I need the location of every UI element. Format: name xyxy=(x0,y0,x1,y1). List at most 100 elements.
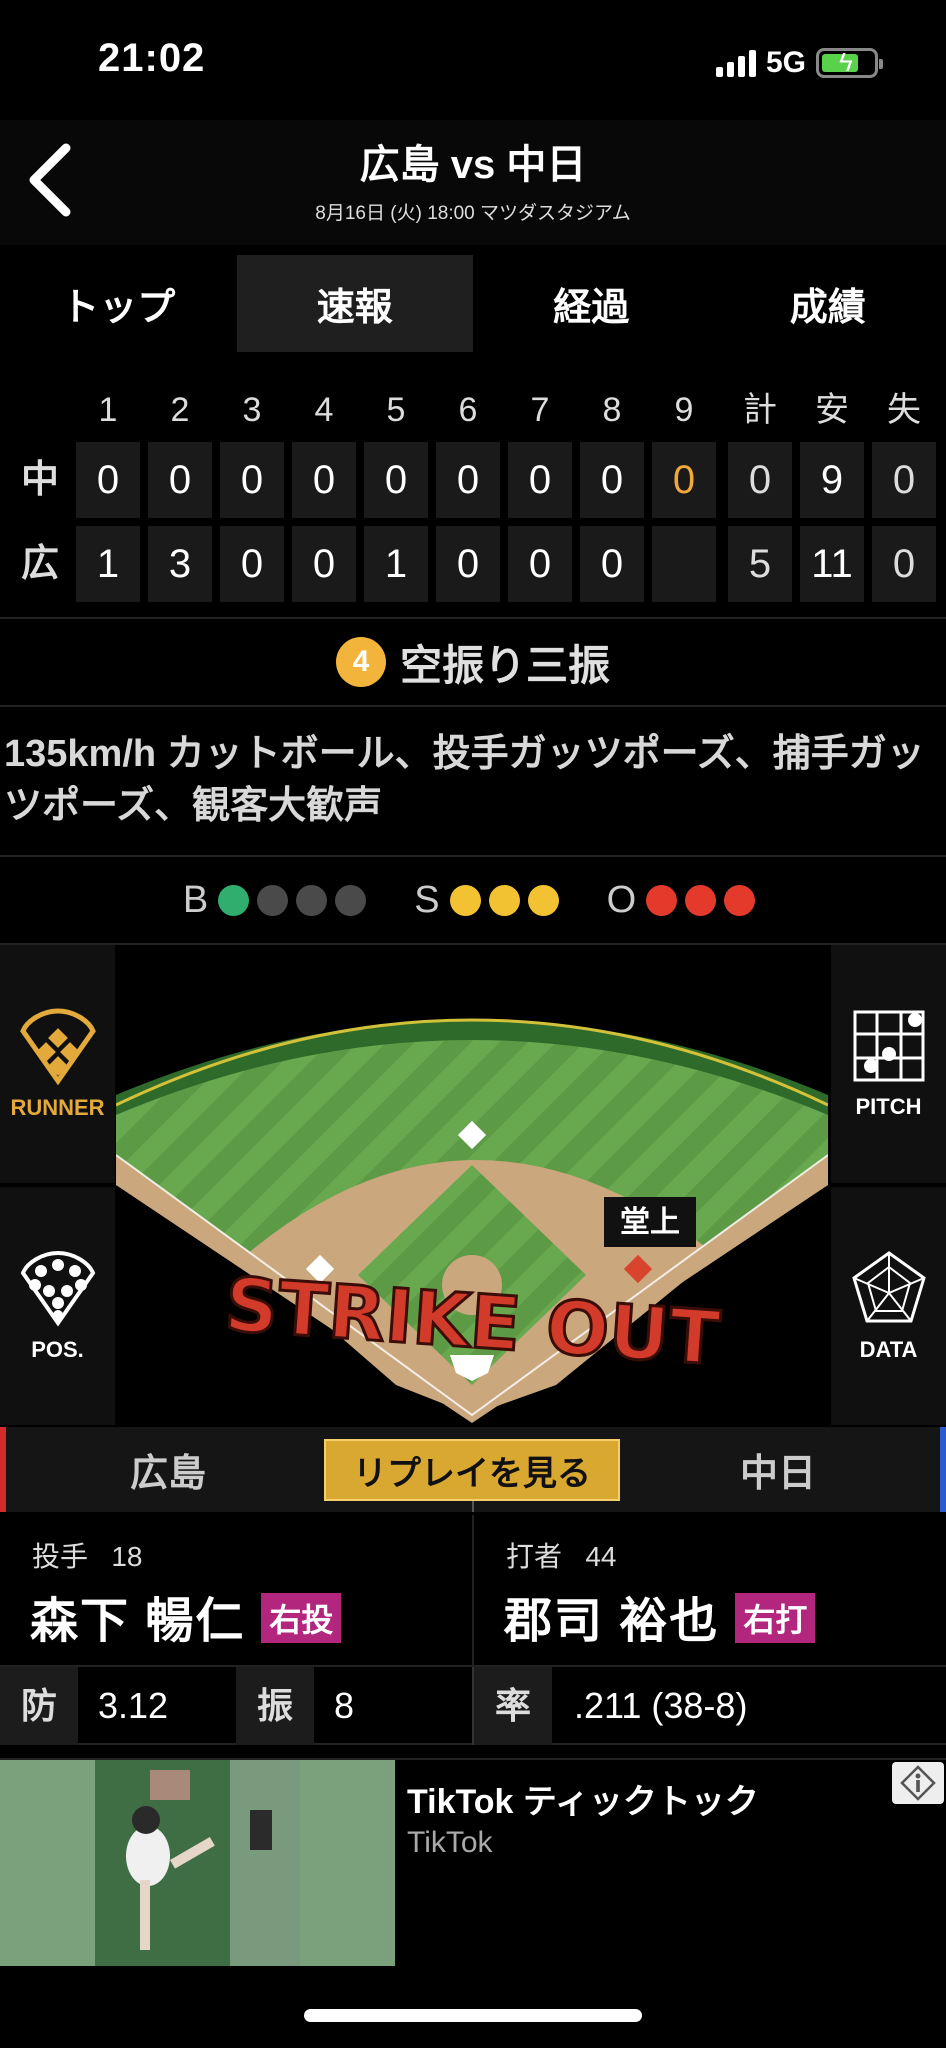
scoreboard-header: 6 xyxy=(458,391,478,429)
ad-info-button[interactable] xyxy=(892,1762,944,1804)
ad-image[interactable] xyxy=(0,1760,395,1966)
scoreboard-team: 中 xyxy=(20,459,59,501)
status-time: 21:02 xyxy=(98,36,206,80)
scoreboard-header: 8 xyxy=(602,391,622,429)
scoreboard-header: 2 xyxy=(170,391,190,429)
ad-title[interactable]: TikTok ティックトック xyxy=(407,1774,759,1823)
home-team-label[interactable]: 広島 xyxy=(0,1427,330,1512)
divider xyxy=(0,855,946,857)
game-header: 広島 vs 中日 8月16日 (火) 18:00 マツダスタジアム xyxy=(0,120,946,245)
avg-label: 率 xyxy=(474,1667,552,1745)
scoreboard-cell: 11 xyxy=(800,526,864,602)
home-indicator[interactable] xyxy=(304,2009,642,2022)
scoreboard-header: 4 xyxy=(314,391,334,429)
baseball-field: 堂上 STRIKE OUT xyxy=(116,1018,828,1423)
ball-dot xyxy=(218,884,250,916)
out-dot xyxy=(685,884,717,916)
battery-icon: ϟ xyxy=(816,48,883,78)
away-team-label[interactable]: 中日 xyxy=(616,1427,946,1512)
scoreboard-header: 5 xyxy=(386,391,406,429)
strike-dot xyxy=(488,884,520,916)
data-button[interactable]: DATA xyxy=(831,1187,946,1425)
tab-top[interactable]: トップ xyxy=(0,255,237,352)
scoreboard-cell: 0 xyxy=(292,526,356,602)
pitcher-role: 投手 18 xyxy=(32,1541,143,1572)
match-subtitle: 8月16日 (火) 18:00 マツダスタジアム xyxy=(315,203,631,224)
play-description: 135km/h カットボール、投手ガッツポーズ、捕手ガッツポーズ、観客大歓声 xyxy=(4,733,925,827)
scoreboard-cell: 0 xyxy=(652,442,716,518)
scoreboard-cell xyxy=(652,526,716,602)
team-bar: 広島 リプレイを見る 中日 xyxy=(0,1427,946,1512)
divider xyxy=(472,1667,474,1745)
scoreboard-header: 安 xyxy=(815,391,849,429)
outs-group: O xyxy=(607,879,764,922)
scoreboard-cell: 0 xyxy=(872,442,936,518)
pitcher-name: 森下 暢仁 右投 xyxy=(30,1581,342,1651)
runner-label: RUNNER xyxy=(10,1095,105,1120)
scoreboard-team: 広 xyxy=(20,543,59,585)
data-label: DATA xyxy=(859,1337,918,1362)
scoreboard-cell: 0 xyxy=(580,442,644,518)
positions-button[interactable]: POS. xyxy=(0,1187,115,1425)
radar-chart-icon xyxy=(851,1251,926,1323)
batter-card[interactable]: 打者 44 郡司 裕也 右打 xyxy=(474,1515,946,1665)
scoreboard-cell: 0 xyxy=(436,526,500,602)
ball-count: B S O xyxy=(0,860,946,940)
strike-dot xyxy=(449,884,481,916)
scoreboard-cell: 1 xyxy=(76,526,140,602)
scoreboard-cell: 1 xyxy=(364,526,428,602)
balls-group: B xyxy=(183,879,374,922)
avg-value: .211 (38-8) xyxy=(574,1685,748,1726)
runner-button[interactable]: RUNNER xyxy=(0,945,115,1183)
ad-advertiser: TikTok xyxy=(407,1826,493,1859)
scoreboard-cell: 0 xyxy=(76,442,140,518)
tab-stats[interactable]: 成績 xyxy=(710,255,946,352)
ball-dot xyxy=(296,884,328,916)
positions-label: POS. xyxy=(31,1337,84,1362)
fielder-tag: 堂上 xyxy=(604,1197,696,1247)
scoreboard-cell: 0 xyxy=(220,526,284,602)
play-result-text: 空振り三振 xyxy=(399,641,610,689)
positions-icon xyxy=(20,1250,95,1327)
fielder-tag-text: 堂上 xyxy=(620,1205,680,1240)
scoreboard-header: 失 xyxy=(887,391,921,429)
scoreboard-cell: 0 xyxy=(508,442,572,518)
player-stats: 防 3.12 振 8 率 .211 (38-8) xyxy=(0,1665,946,1745)
scoreboard-header: 7 xyxy=(530,391,550,429)
pitch-label: PITCH xyxy=(855,1094,922,1119)
status-icons: 5G ϟ xyxy=(715,46,883,80)
scoreboard-header: 9 xyxy=(674,391,694,429)
scoreboard-cell: 0 xyxy=(436,442,500,518)
strikeouts-value: 8 xyxy=(334,1685,355,1726)
pitch-grid-icon xyxy=(853,1010,924,1082)
replay-button[interactable]: リプレイを見る xyxy=(324,1439,620,1501)
signal-icon xyxy=(715,49,756,77)
scoreboard-header: 1 xyxy=(98,391,118,429)
divider xyxy=(0,705,946,707)
scoreboard-header: 3 xyxy=(242,391,262,429)
ad-banner[interactable]: TikTok ティックトック TikTok xyxy=(0,1758,946,1966)
runner-diamond-icon xyxy=(19,1008,96,1085)
tab-live[interactable]: 速報 xyxy=(236,255,473,352)
strikes-label: S xyxy=(414,878,440,921)
era-label: 防 xyxy=(0,1667,78,1745)
divider xyxy=(0,617,946,619)
batter-order-badge: 4 xyxy=(335,637,386,687)
pitcher-hand-badge: 右投 xyxy=(261,1593,342,1643)
scoreboard-cell: 0 xyxy=(872,526,936,602)
ad-thumbnail xyxy=(0,1760,395,1966)
era-value: 3.12 xyxy=(98,1685,169,1726)
scoreboard-cell: 0 xyxy=(220,442,284,518)
batter-name: 郡司 裕也 右打 xyxy=(504,1581,816,1651)
scoreboard-cell: 0 xyxy=(364,442,428,518)
strikes-group: S xyxy=(414,879,566,922)
scoreboard-header: 計 xyxy=(743,391,777,429)
pitcher-card[interactable]: 投手 18 森下 暢仁 右投 xyxy=(0,1515,472,1665)
scoreboard-cell: 0 xyxy=(292,442,356,518)
tab-progress[interactable]: 経過 xyxy=(473,255,710,352)
balls-label: B xyxy=(182,878,209,921)
ball-dot xyxy=(335,884,367,916)
outs-label: O xyxy=(606,878,637,921)
pitch-button[interactable]: PITCH xyxy=(831,945,946,1183)
out-dot xyxy=(646,884,678,916)
